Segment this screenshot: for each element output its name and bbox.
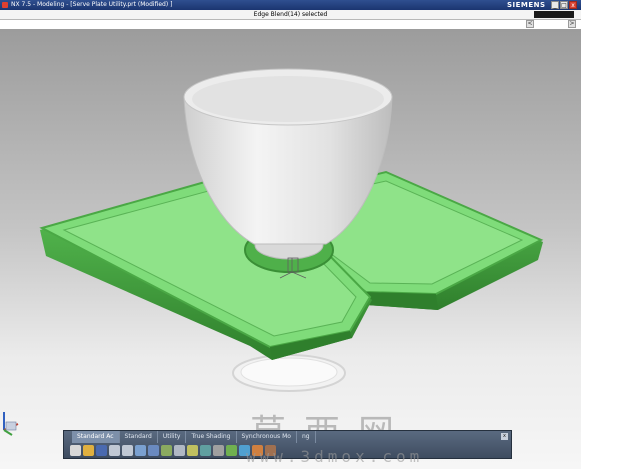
tab-utility[interactable]: Utility bbox=[158, 431, 187, 443]
maximize-button[interactable]: □ bbox=[560, 1, 568, 9]
tab-synchronous[interactable]: Synchronous Mo bbox=[237, 431, 297, 443]
siemens-logo: SIEMENS bbox=[507, 1, 546, 9]
rotate-icon[interactable] bbox=[148, 445, 159, 456]
redo-icon[interactable] bbox=[122, 445, 133, 456]
analysis-icon[interactable] bbox=[200, 445, 211, 456]
app-icon bbox=[2, 2, 8, 8]
status-message: Edge Blend(14) selected bbox=[253, 11, 328, 18]
view-triad-icon bbox=[3, 412, 19, 436]
tab-true-shading[interactable]: True Shading bbox=[186, 431, 237, 443]
measure-icon[interactable] bbox=[187, 445, 198, 456]
title-bar: NX 7.5 - Modeling - [Serve Plate Utility… bbox=[0, 0, 581, 10]
window-margin bbox=[581, 0, 639, 469]
watermark-url: www.3dmox.com bbox=[246, 447, 424, 466]
tab-standard[interactable]: Standard bbox=[120, 431, 158, 443]
extrude-icon[interactable] bbox=[226, 445, 237, 456]
clock-icon[interactable] bbox=[174, 445, 185, 456]
tab-standard-ac[interactable]: Standard Ac bbox=[72, 431, 120, 443]
minimize-button[interactable]: _ bbox=[551, 1, 559, 9]
model-view bbox=[39, 68, 544, 392]
status-progress-box bbox=[534, 11, 574, 18]
fit-view-icon[interactable] bbox=[135, 445, 146, 456]
window-title: NX 7.5 - Modeling - [Serve Plate Utility… bbox=[11, 1, 173, 8]
tab-ng[interactable]: ng bbox=[297, 431, 316, 443]
toolbar-grip[interactable] bbox=[64, 431, 72, 443]
next-arrow-button[interactable]: > bbox=[568, 20, 576, 28]
cue-line: Edge Blend(14) selected bbox=[0, 10, 581, 20]
settings-icon[interactable] bbox=[213, 445, 224, 456]
base-plate-rim bbox=[240, 357, 338, 387]
toolbar-close-button[interactable]: x bbox=[501, 433, 508, 440]
save-icon[interactable] bbox=[96, 445, 107, 456]
toolbar-tabs: Standard Ac Standard Utility True Shadin… bbox=[64, 431, 511, 443]
prev-arrow-button[interactable]: < bbox=[526, 20, 534, 28]
new-file-icon[interactable] bbox=[70, 445, 81, 456]
undo-icon[interactable] bbox=[109, 445, 120, 456]
shaded-view-icon[interactable] bbox=[161, 445, 172, 456]
graphics-window[interactable] bbox=[0, 29, 581, 469]
open-folder-icon[interactable] bbox=[83, 445, 94, 456]
close-button[interactable]: x bbox=[569, 1, 577, 9]
